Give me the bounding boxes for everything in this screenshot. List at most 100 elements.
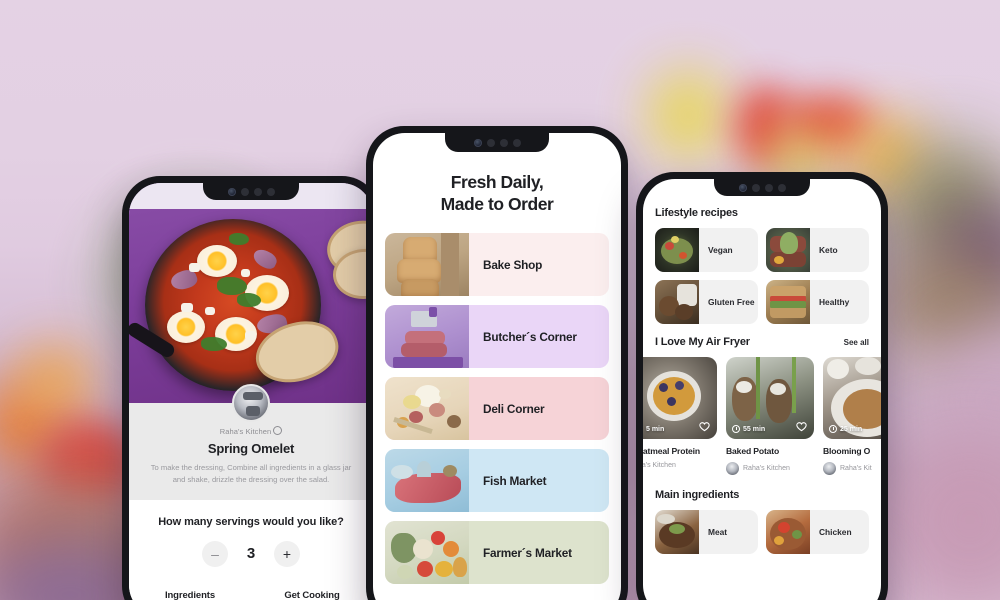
category-thumbnail <box>385 449 469 513</box>
lifestyle-label: Vegan <box>708 244 733 255</box>
phone-right-browse: Lifestyle recipes Vegan Keto Gluten Free… <box>636 172 888 600</box>
lifestyle-grid: Vegan Keto Gluten Free Healthy <box>643 228 881 324</box>
lifestyle-label: Keto <box>819 244 838 255</box>
lifestyle-card-vegan[interactable]: Vegan <box>655 228 758 272</box>
category-card-farmers-market[interactable]: Farmer´s Market <box>385 521 609 585</box>
browse-scroll[interactable]: Lifestyle recipes Vegan Keto Gluten Free… <box>643 179 881 555</box>
recipe-title: Spring Omelet <box>207 441 295 456</box>
category-thumbnail <box>385 377 469 441</box>
camera-icon <box>473 138 482 147</box>
lifestyle-heading: Lifestyle recipes <box>655 207 738 219</box>
recipe-time: 25 min <box>840 425 863 433</box>
clock-icon <box>732 425 740 433</box>
category-label: Bake Shop <box>483 257 543 272</box>
category-card-deli-corner[interactable]: Deli Corner <box>385 377 609 441</box>
recipe-time: 5 min <box>646 425 665 433</box>
recipe-author: Raha's Kitchen <box>643 462 676 470</box>
phone-notch <box>714 179 810 196</box>
title-line-1: Fresh Daily, <box>450 172 544 192</box>
recipe-time-badge: 25 min <box>829 425 862 433</box>
phone-notch <box>445 133 549 152</box>
category-card-bake-shop[interactable]: Bake Shop <box>385 233 609 297</box>
servings-stepper[interactable]: – 3 + <box>141 540 361 567</box>
air-fryer-section-header: I Love My Air Fryer See all <box>643 336 881 348</box>
recipe-card-blooming-onion[interactable]: 25 min Blooming O Raha's Kit <box>823 357 881 476</box>
recipe-description: To make the dressing, Combine all ingred… <box>150 463 352 484</box>
recipe-title: Baked Potato <box>726 446 780 456</box>
recipe-author-row: Raha's Kit <box>823 462 881 476</box>
tab-get-cooking[interactable]: Get Cooking <box>251 582 373 600</box>
ingredient-thumbnail <box>655 510 699 555</box>
lifestyle-thumbnail <box>766 280 810 324</box>
recipe-title: d Oatmeal Protein <box>643 446 700 456</box>
speaker-icon <box>512 138 521 147</box>
lifestyle-card-gluten-free[interactable]: Gluten Free <box>655 280 758 324</box>
lifestyle-label: Gluten Free <box>708 296 755 307</box>
air-fryer-carousel[interactable]: 5 min d Oatmeal Protein Raha's Kitchen <box>643 357 881 476</box>
ingredient-label: Meat <box>708 526 728 537</box>
servings-section: How many servings would you like? – 3 + <box>129 499 373 567</box>
recipe-author: Raha's Kitchen <box>743 465 790 473</box>
category-label: Fish Market <box>483 473 547 488</box>
avatar <box>823 462 836 476</box>
sensor-icon <box>751 183 760 192</box>
lifestyle-thumbnail <box>766 228 810 272</box>
category-card-butchers-corner[interactable]: Butcher´s Corner <box>385 305 609 369</box>
avatar <box>232 384 270 422</box>
verified-badge-icon <box>273 426 283 435</box>
avatar <box>726 462 739 476</box>
lifestyle-thumbnail <box>655 280 699 324</box>
see-all-link[interactable]: See all <box>844 338 869 347</box>
sensor-icon <box>499 138 508 147</box>
recipe-time-badge: 5 min <box>643 425 664 433</box>
favorite-heart-icon[interactable] <box>699 421 710 432</box>
servings-question: How many servings would you like? <box>158 515 344 528</box>
recipe-thumbnail: 55 min <box>726 357 814 439</box>
recipe-author: Raha's Kit <box>840 465 872 473</box>
category-thumbnail <box>385 233 469 297</box>
lifestyle-thumbnail <box>655 228 699 272</box>
favorite-heart-icon[interactable] <box>796 421 807 432</box>
sensor-icon <box>764 183 773 192</box>
camera-icon <box>227 187 236 196</box>
screenshot-stage: Raha's Kitchen Spring Omelet To make the… <box>0 0 1000 600</box>
sensor-icon <box>240 187 249 196</box>
sensor-icon <box>486 138 495 147</box>
lifestyle-card-healthy[interactable]: Healthy <box>766 280 869 324</box>
tab-ingredients[interactable]: Ingredients <box>129 582 251 600</box>
recipe-time-badge: 55 min <box>732 425 765 433</box>
recipe-author-row: Raha's Kitchen <box>726 462 814 476</box>
title-line-2: Made to Order <box>440 194 554 215</box>
clock-icon <box>829 425 837 433</box>
recipe-tabs: Ingredients Get Cooking <box>129 582 373 600</box>
category-thumbnail <box>385 521 469 585</box>
ingredient-label: Chicken <box>819 526 852 537</box>
recipe-card-oatmeal[interactable]: 5 min d Oatmeal Protein Raha's Kitchen <box>643 357 717 475</box>
author-name: Raha's Kitchen <box>219 427 272 436</box>
category-list: Bake Shop Butcher´s Corner Deli Corner F… <box>373 229 621 585</box>
category-label: Deli Corner <box>483 401 545 416</box>
category-label: Butcher´s Corner <box>483 329 577 344</box>
lifestyle-card-keto[interactable]: Keto <box>766 228 869 272</box>
recipe-title: Blooming O <box>823 446 871 456</box>
ingredient-card-chicken[interactable]: Chicken <box>766 510 869 555</box>
recipe-author: Raha's Kitchen <box>143 425 359 436</box>
air-fryer-heading: I Love My Air Fryer <box>655 336 750 348</box>
speaker-icon <box>266 187 275 196</box>
lifestyle-label: Healthy <box>819 296 850 307</box>
recipe-card-baked-potato[interactable]: 55 min Baked Potato Raha's Kitchen <box>726 357 814 476</box>
ingredient-card-meat[interactable]: Meat <box>655 510 758 555</box>
servings-value: 3 <box>246 545 256 563</box>
category-card-fish-market[interactable]: Fish Market <box>385 449 609 513</box>
speaker-icon <box>777 183 786 192</box>
main-ingredients-heading: Main ingredients <box>655 489 740 502</box>
recipe-thumbnail: 25 min <box>823 357 881 439</box>
decrement-servings-button[interactable]: – <box>202 540 228 567</box>
camera-icon <box>738 183 747 192</box>
category-label: Farmer´s Market <box>483 545 572 560</box>
category-thumbnail <box>385 305 469 369</box>
recipe-thumbnail: 5 min <box>643 357 717 439</box>
increment-servings-button[interactable]: + <box>274 540 300 567</box>
main-ingredients-grid: Meat Chicken <box>643 510 881 555</box>
recipe-info-block: Raha's Kitchen Spring Omelet To make the… <box>129 384 373 500</box>
